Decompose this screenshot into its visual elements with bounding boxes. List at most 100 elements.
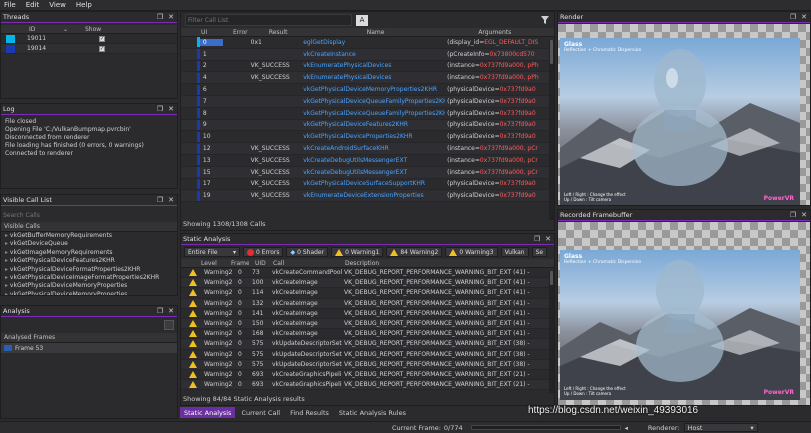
list-item[interactable]: ▸ vkGetPhysicalDeviceMemoryProperties [5,282,177,290]
table-row[interactable]: Warning2 0 100 vkCreateImage VK_DEBUG_REPORT… [181,278,554,289]
col-call[interactable]: Call [271,260,343,267]
font-size-icon[interactable]: A [356,14,368,26]
table-row[interactable]: Warning2 0 114 vkCreateImage VK_DEBUG_REPORT… [181,288,554,299]
scrollbar-thumb[interactable] [550,40,553,64]
table-row[interactable]: 19 VK_SUCCESS vkEnumerateDeviceExtensionPr… [181,190,554,203]
menu-help[interactable]: Help [76,1,92,9]
filter-icon[interactable] [540,15,550,25]
table-row[interactable]: Warning2 0 575 vkUpdateDescriptorSets VK_DEB… [181,359,554,370]
call-list-scrollbar[interactable] [549,40,554,220]
menu-edit[interactable]: Edit [26,1,40,9]
list-item[interactable]: ▸ vkGetImageMemoryRequirements [5,249,177,257]
col-level[interactable]: Level [181,260,221,267]
float-icon[interactable]: ❐ [156,105,164,113]
table-row[interactable]: Warning2 0 575 vkUpdateDescriptorSets VK_DEB… [181,350,554,360]
col-uid[interactable]: UID [181,29,207,36]
table-row[interactable]: 13 VK_SUCCESS vkCreateDebugUtilsMessengerE… [181,155,554,167]
table-row[interactable]: Warning2 0 168 vkCreateImage VK_DEBUG_REPORT… [181,329,554,340]
thread-id: 19014 [27,45,47,52]
close-icon[interactable]: ✕ [167,196,175,204]
menu-file[interactable]: File [4,1,16,9]
col-result[interactable]: Result [249,29,307,36]
table-row[interactable]: Warning2 0 693 vkCreateGraphicsPipelinesVK_… [181,380,554,391]
table-row[interactable]: Warning2 0 693 vkCreateGraphicsPipelinesVK_… [181,370,554,381]
table-row[interactable]: 9 vkGetPhysicalDeviceFeatures2KHR (physica… [181,119,554,132]
col-arguments[interactable]: Arguments [454,29,554,36]
table-row[interactable]: 6 vkGetPhysicalDeviceMemoryProperties2KHR… [181,84,554,96]
close-icon[interactable]: ✕ [167,307,175,315]
col-uid[interactable]: UID [249,260,271,267]
table-row[interactable]: 7 vkGetPhysicalDeviceQueueFamilyPropertie… [181,95,554,108]
float-icon[interactable]: ❐ [789,211,797,219]
framebuffer-viewport[interactable]: Glass Reflection + Chromatic Dispersion … [560,250,800,400]
warning3-filter-button[interactable]: 0 Warning3 [445,247,498,257]
shader-filter-button[interactable]: ◆ 0 Shader [286,247,329,257]
close-icon[interactable]: ✕ [167,105,175,113]
search-calls-input[interactable]: Search Calls [1,210,177,220]
frame-slider[interactable] [470,425,621,430]
close-icon[interactable]: ✕ [544,235,552,243]
list-item[interactable]: ▸ vkGetBufferMemoryRequirements [5,232,177,240]
col-id[interactable]: ID [1,26,53,33]
close-icon[interactable]: ✕ [167,13,175,21]
table-row[interactable]: 8 vkGetPhysicalDeviceQueueFamilyPropertie… [181,108,554,120]
list-item[interactable]: ▸ vkGetPhysicalDeviceMemoryProperties [5,291,177,295]
tab-static-analysis-rules[interactable]: Static Analysis Rules [335,407,410,418]
static-analysis-scrollbar[interactable] [549,271,554,393]
col-show[interactable]: Show [83,26,123,33]
float-icon[interactable]: ❐ [789,13,797,21]
tab-current-call[interactable]: Current Call [237,407,284,418]
tab-find-results[interactable]: Find Results [286,407,333,418]
analysed-frame-item[interactable]: Frame 53 [1,343,177,353]
float-icon[interactable]: ❐ [156,307,164,315]
list-item[interactable]: ▸ vkGetPhysicalDeviceImageFormatProperti… [5,274,177,282]
thread-show-checkbox[interactable]: ✓ [99,35,105,42]
search-filter-input[interactable]: Se [531,247,548,257]
table-row[interactable]: Warning2 0 141 vkCreateImage VK_DEBUG_REPORT… [181,309,554,319]
table-row[interactable]: 17 VK_SUCCESS vkGetPhysicalDeviceSurfaceSu… [181,178,554,191]
list-item[interactable]: ▸ vkGetPhysicalDeviceFormatProperties2KH… [5,266,177,274]
float-icon[interactable]: ❐ [156,196,164,204]
table-row[interactable]: Warning2 0 132 vkCreateImage VK_DEBUG_REPORT… [181,298,554,309]
close-icon[interactable]: ✕ [800,13,808,21]
list-item[interactable]: ▸ vkGetDeviceQueue [5,240,177,248]
table-row[interactable]: 12 VK_SUCCESS vkCreateAndroidSurfaceKHR (in… [181,143,554,155]
thread-color-swatch [6,34,15,43]
result-cell: VK_SUCCESS [250,180,290,188]
table-row[interactable]: 1 vkCreateInstance (pCreateInfo=0x73800cd5… [181,48,554,61]
thread-row[interactable]: 19014 ✓ [1,44,177,54]
tab-static-analysis[interactable]: Static Analysis [180,407,236,418]
uid-cell: 73 [252,269,260,277]
scope-select[interactable]: Entire File ▾ [184,247,240,257]
filter-call-list-input[interactable]: Filter Call List [185,14,352,26]
col-frame[interactable]: Frame [221,260,249,267]
thread-row[interactable]: 19011 ✓ [1,34,177,44]
col-name[interactable]: Name [307,29,455,36]
table-row[interactable]: 15 VK_SUCCESS vkCreateDebugUtilsMessengerE… [181,166,554,179]
previous-frame-icon[interactable]: ◂ [625,424,628,432]
table-row[interactable]: 0 0x1 eglGetDisplay (display_id=EGL_DEFAULT… [181,37,554,49]
errors-filter-button[interactable]: 0 Errors [243,247,284,257]
list-item[interactable]: ▸ vkGetPhysicalDeviceFeatures2KHR [5,257,177,265]
table-row[interactable]: 4 VK_SUCCESS vkEnumeratePhysicalDevices (in… [181,72,554,85]
table-row[interactable]: Warning2 0 575 vkUpdateDescriptorSets VK_DEB… [181,339,554,350]
table-row[interactable]: Warning2 0 150 vkCreateImage VK_DEBUG_REPORT… [181,318,554,330]
close-icon[interactable]: ✕ [800,211,808,219]
scrollbar-thumb[interactable] [550,271,553,285]
renderer-select[interactable]: Host ▾ [683,423,758,432]
warning1-filter-button[interactable]: 0 Warning1 [331,247,384,257]
float-icon[interactable]: ❐ [533,235,541,243]
call-cell: vkCreateImage [272,330,318,338]
table-row[interactable]: Warning2 0 73 vkCreateCommandPool VK_DEBUG_R… [181,268,554,279]
menu-view[interactable]: View [49,1,66,9]
table-row[interactable]: 2 VK_SUCCESS vkEnumeratePhysicalDevices (in… [181,60,554,73]
warning2-filter-button[interactable]: 84 Warning2 [386,247,443,257]
thread-show-checkbox[interactable]: ✓ [99,45,105,52]
render-viewport[interactable]: Glass Reflection + Chromatic Dispersion … [560,38,800,205]
table-row[interactable]: 10 vkGetPhysicalDeviceProperties2KHR (phys… [181,131,554,144]
float-icon[interactable]: ❐ [156,13,164,21]
options-icon[interactable] [164,320,174,330]
vulkan-filter-button[interactable]: Vulkan [500,247,529,257]
col-description[interactable]: Description [343,260,503,267]
col-error[interactable]: Error [207,29,249,36]
